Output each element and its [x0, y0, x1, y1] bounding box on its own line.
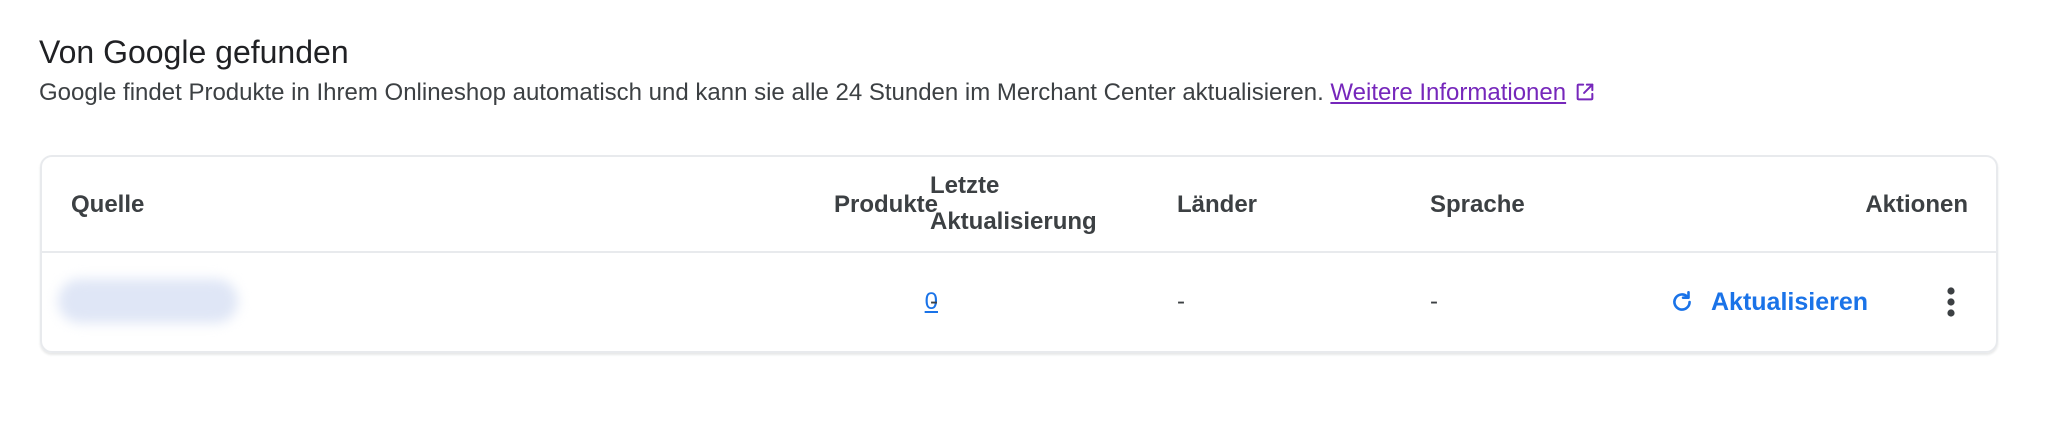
section-description: Google findet Produkte in Ihrem Onlinesh… [39, 77, 1596, 109]
column-header-last-update[interactable]: Letzte Aktualisierung [930, 168, 1150, 240]
more-actions-button[interactable] [1929, 280, 1973, 324]
column-header-source[interactable]: Quelle [71, 187, 144, 223]
open-in-new-icon [1576, 83, 1594, 101]
description-text: Google findet Produkte in Ihrem Onlinesh… [39, 79, 1324, 106]
source-name-redacted [58, 279, 238, 323]
sources-table: Quelle Produkte Letzte Aktualisierung Lä… [40, 155, 1998, 353]
refresh-label: Aktualisieren [1711, 287, 1869, 316]
table-header: Quelle Produkte Letzte Aktualisierung Lä… [42, 157, 1996, 253]
found-by-google-section: Von Google gefunden Google findet Produk… [0, 0, 2048, 423]
learn-more-label: Weitere Informationen [1330, 79, 1567, 106]
table-row: 0 - - - Aktualisieren [42, 253, 1996, 351]
column-header-actions: Aktionen [1865, 191, 1968, 218]
refresh-icon [1673, 290, 1691, 311]
countries-value: - [1177, 288, 1185, 315]
more-vert-icon [1947, 287, 1955, 317]
column-header-language[interactable]: Sprache [1430, 187, 1525, 223]
column-header-countries[interactable]: Länder [1177, 187, 1257, 223]
refresh-button[interactable]: Aktualisieren [1661, 277, 1876, 327]
learn-more-link[interactable]: Weitere Informationen [1330, 79, 1596, 106]
section-title: Von Google gefunden [39, 34, 349, 70]
language-value: - [1430, 288, 1438, 315]
last-update-value: - [930, 288, 938, 315]
column-header-products[interactable]: Produkte [834, 187, 938, 223]
